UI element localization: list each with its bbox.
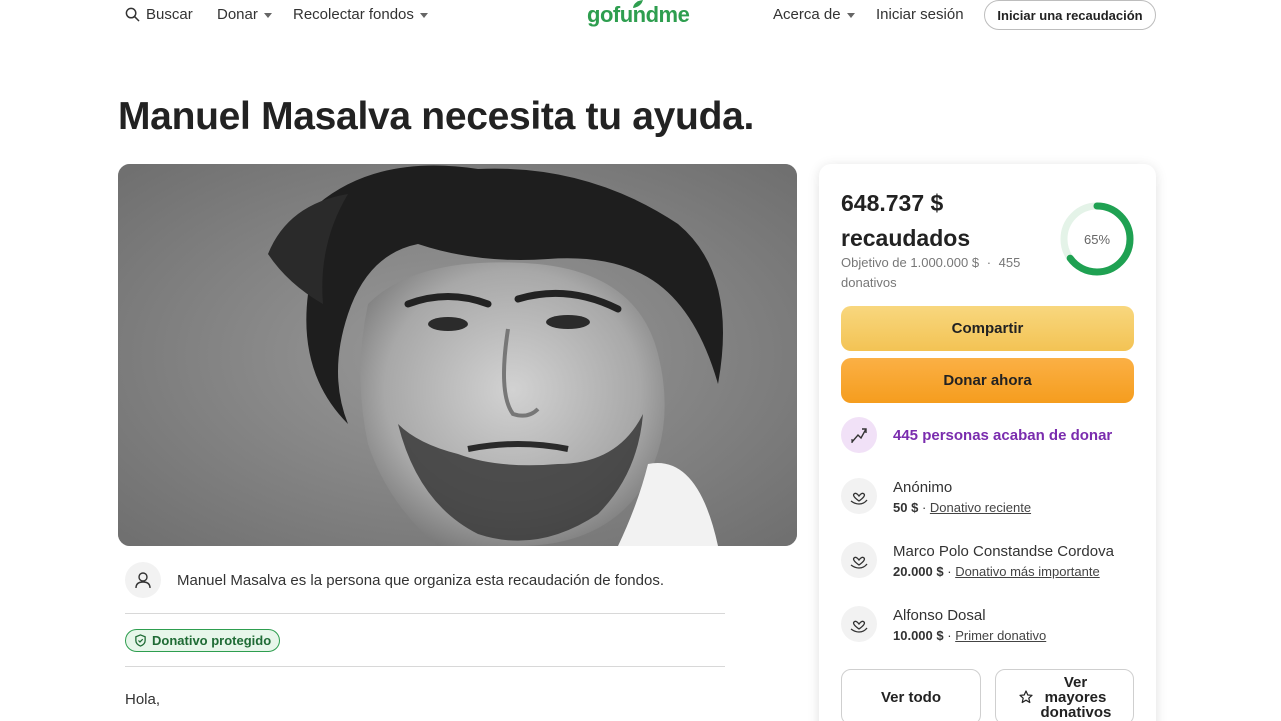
search-icon — [125, 7, 140, 22]
shield-icon — [135, 634, 146, 647]
donor-name: Alfonso Dosal — [893, 607, 986, 624]
search-label: Buscar — [146, 6, 193, 23]
divider — [125, 666, 725, 667]
sign-in-label: Iniciar sesión — [876, 6, 964, 23]
see-all-button[interactable]: Ver todo — [841, 669, 981, 721]
donation-card: 648.737 $ recaudados Objetivo de 1.000.0… — [819, 164, 1156, 721]
organizer-row: Manuel Masalva es la persona que organiz… — [125, 562, 664, 598]
about-menu[interactable]: Acerca de — [773, 6, 855, 23]
goal-text-block: Objetivo de 1.000.000 $ · 455 donativos — [841, 253, 1041, 293]
donor-tag-link[interactable]: Donativo reciente — [930, 500, 1031, 515]
donor-item: Alfonso Dosal 10.000 $ · Primer donativo — [841, 606, 1046, 646]
protected-donation-label: Donativo protegido — [152, 633, 272, 648]
logo-leaf-icon — [633, 0, 643, 8]
divider — [125, 613, 725, 614]
user-icon — [135, 572, 151, 589]
donor-separator: · — [921, 500, 930, 515]
gofundme-logo[interactable]: gofundme — [587, 0, 690, 28]
donor-tag-link[interactable]: Primer donativo — [955, 628, 1046, 643]
raised-amount: 648.737 $ — [841, 190, 944, 216]
trending-icon — [841, 417, 877, 453]
raised-label: recaudados — [841, 225, 971, 251]
see-top-donations-label: Ver mayores donativos — [1040, 673, 1112, 721]
sign-in-link[interactable]: Iniciar sesión — [876, 6, 964, 23]
portrait-photo-icon — [118, 164, 797, 546]
donate-menu[interactable]: Donar — [217, 6, 272, 23]
donor-separator: · — [947, 564, 956, 579]
fundraise-menu-label: Recolectar fondos — [293, 6, 414, 23]
donor-name: Anónimo — [893, 479, 953, 496]
goal-text: Objetivo de 1.000.000 $ — [841, 255, 980, 270]
fundraise-menu[interactable]: Recolectar fondos — [293, 6, 428, 23]
protected-donation-badge[interactable]: Donativo protegido — [125, 629, 281, 652]
story-greeting: Hola, — [125, 691, 161, 708]
start-fundraiser-button[interactable]: Iniciar una recaudación — [984, 0, 1156, 30]
star-icon — [1018, 690, 1033, 704]
donor-amount: 10.000 $ — [893, 628, 944, 643]
organizer-text: Manuel Masalva es la persona que organiz… — [177, 571, 664, 589]
donor-item: Anónimo 50 $ · Donativo reciente — [841, 478, 1031, 518]
donor-name: Marco Polo Constandse Cordova — [893, 543, 1114, 560]
donor-amount: 20.000 $ — [893, 564, 944, 579]
donor-amount: 50 $ — [893, 500, 919, 515]
donor-separator: · — [947, 628, 956, 643]
trend-text: 445 personas acaban de donar — [893, 426, 1113, 444]
chevron-down-icon — [263, 13, 272, 18]
top-navigation: Buscar Donar Recolectar fondos gofundme … — [0, 0, 1281, 32]
share-button[interactable]: Compartir — [841, 306, 1134, 351]
chevron-down-icon — [419, 13, 428, 18]
page-title: Manuel Masalva necesita tu ayuda. — [118, 95, 755, 138]
see-top-donations-button[interactable]: Ver mayores donativos — [995, 669, 1134, 721]
about-menu-label: Acerca de — [773, 6, 841, 23]
search-nav-item[interactable]: Buscar — [125, 6, 193, 23]
donation-heart-hand-icon — [841, 478, 877, 514]
donations-label: donativos — [841, 275, 897, 290]
donation-heart-hand-icon — [841, 542, 877, 578]
donate-now-button[interactable]: Donar ahora — [841, 358, 1134, 403]
chevron-down-icon — [846, 13, 855, 18]
campaign-photo — [118, 164, 797, 546]
progress-percentage: 65% — [1083, 231, 1111, 247]
goal-separator: · — [986, 255, 992, 270]
recent-donors-trend: 445 personas acaban de donar — [841, 417, 1112, 453]
organizer-avatar — [125, 562, 161, 598]
donation-heart-hand-icon — [841, 606, 877, 642]
donor-item: Marco Polo Constandse Cordova 20.000 $ ·… — [841, 542, 1114, 582]
donate-menu-label: Donar — [217, 6, 258, 23]
donor-tag-link[interactable]: Donativo más importante — [955, 564, 1100, 579]
raised-amount-block: 648.737 $ recaudados — [841, 186, 1041, 256]
donations-count: 455 — [998, 255, 1021, 270]
